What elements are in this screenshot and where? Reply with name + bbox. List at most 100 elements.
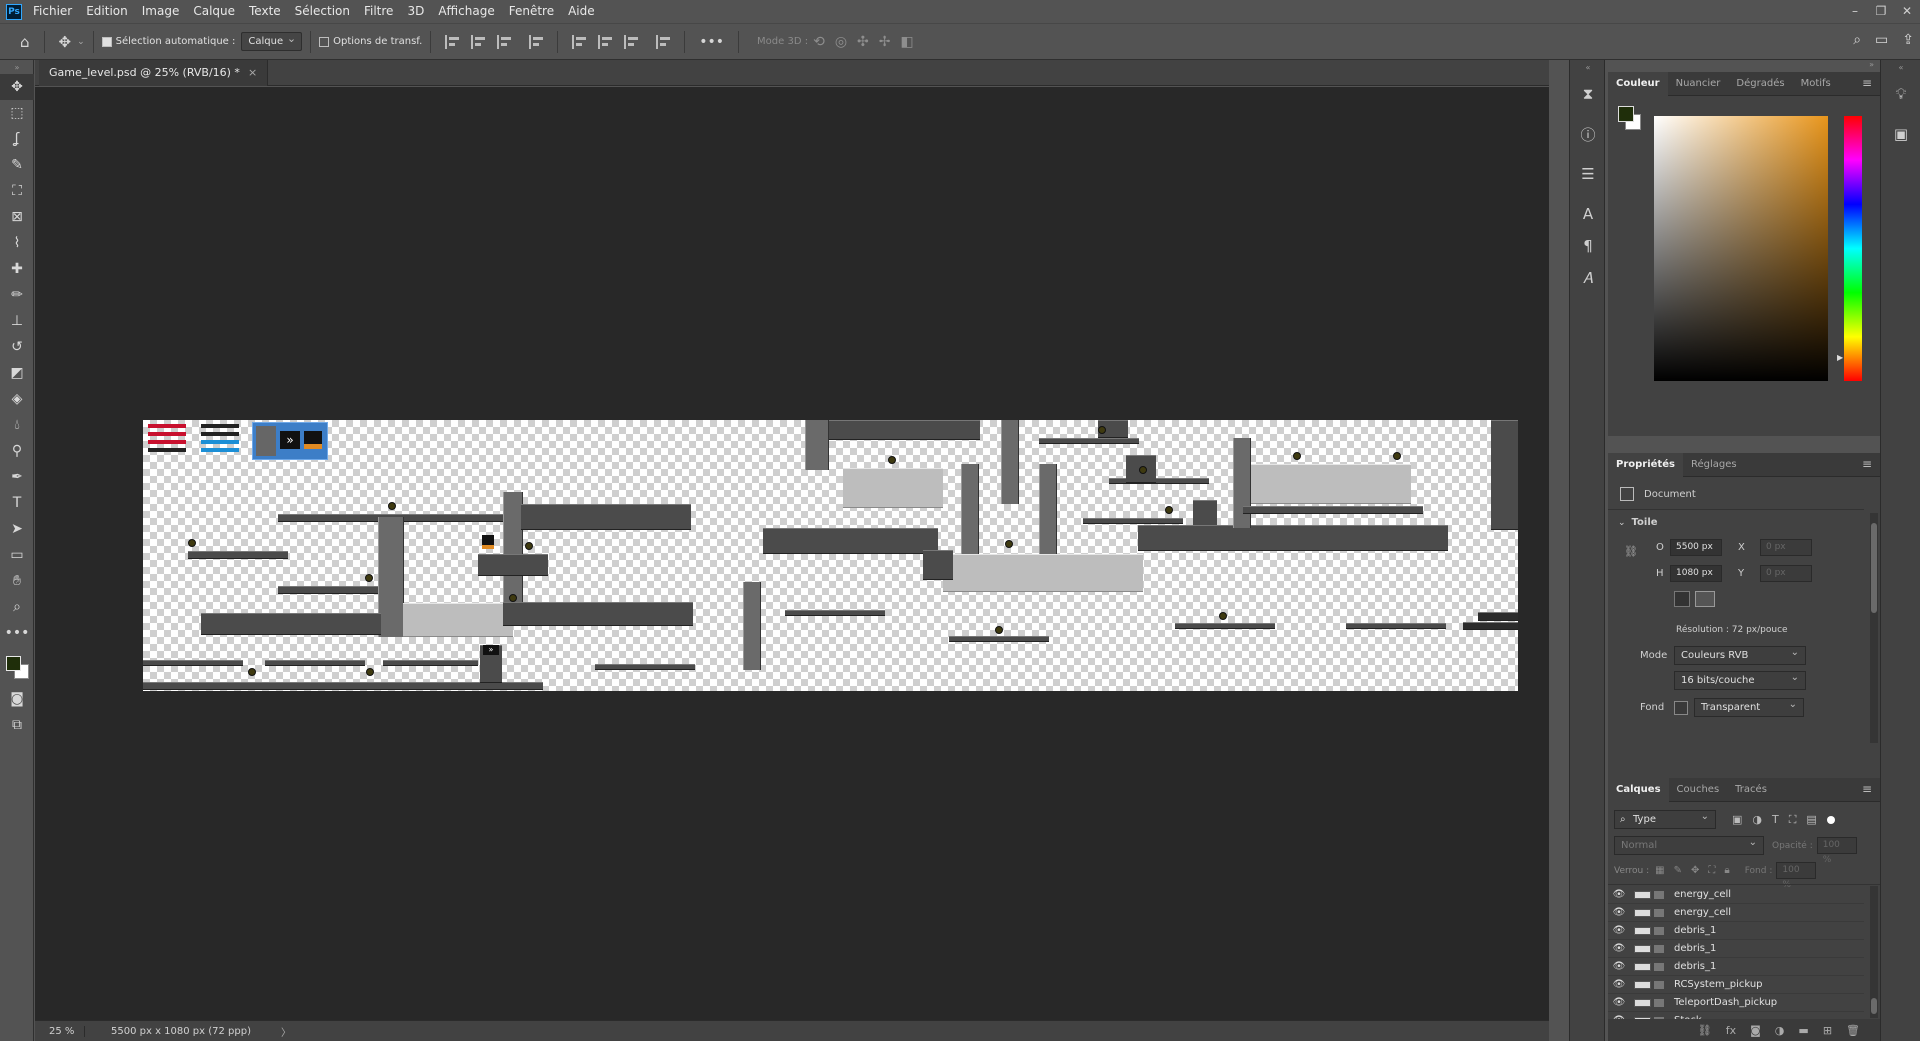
pen-tool-icon[interactable]: ✒ bbox=[0, 464, 34, 490]
adjustment-layer-icon[interactable]: ◑ bbox=[1775, 1024, 1785, 1037]
minimize-icon[interactable]: – bbox=[1842, 0, 1868, 23]
more-options-icon[interactable]: ••• bbox=[699, 34, 724, 50]
zoom-level[interactable]: 25 % bbox=[35, 1025, 85, 1037]
layer-row[interactable]: 👁︎ energy_cell bbox=[1608, 886, 1864, 904]
restore-icon[interactable]: ❐ bbox=[1868, 0, 1894, 23]
paint-bucket-icon[interactable]: ◈ bbox=[0, 386, 34, 412]
panel-menu-icon[interactable]: ≡ bbox=[1862, 457, 1872, 471]
menu-fichier[interactable]: Fichier bbox=[27, 0, 80, 23]
zoom-tool-icon[interactable]: ⌕ bbox=[0, 594, 34, 620]
distribute-v-icon[interactable] bbox=[656, 34, 671, 49]
screen-mode-icon[interactable]: ⧉ bbox=[0, 712, 34, 738]
chevron-down-icon[interactable]: ⌄ bbox=[77, 37, 85, 47]
close-icon[interactable]: ✕ bbox=[1894, 0, 1920, 23]
align-bottom-icon[interactable] bbox=[624, 34, 639, 49]
history-brush-icon[interactable]: ↺ bbox=[0, 334, 34, 360]
mode-dropdown[interactable]: Couleurs RVB bbox=[1674, 644, 1806, 665]
collapse-icon[interactable]: « bbox=[1881, 60, 1920, 74]
visibility-eye-icon[interactable]: 👁︎ bbox=[1608, 925, 1630, 936]
trash-icon[interactable]: 🗑︎ bbox=[1846, 1024, 1860, 1037]
rectangle-tool-icon[interactable]: ▭ bbox=[0, 542, 34, 568]
layer-mask-icon[interactable]: ◙ bbox=[1750, 1024, 1761, 1037]
menu-texte[interactable]: Texte bbox=[243, 0, 289, 23]
panel-menu-icon[interactable]: ≡ bbox=[1862, 76, 1872, 90]
tab-reglages[interactable]: Réglages bbox=[1683, 453, 1745, 477]
background-contents-dropdown[interactable]: Transparent bbox=[1694, 696, 1804, 717]
layer-filter-dropdown[interactable]: ⌕ Type bbox=[1614, 808, 1716, 829]
y-field[interactable]: 0 px bbox=[1760, 565, 1812, 582]
new-layer-icon[interactable]: ⊞ bbox=[1823, 1024, 1832, 1037]
auto-select-dropdown[interactable]: Calque bbox=[241, 30, 303, 51]
align-middle-v-icon[interactable] bbox=[598, 34, 613, 49]
align-left-icon[interactable] bbox=[445, 34, 460, 49]
info-panel-icon[interactable]: ⓘ bbox=[1570, 114, 1606, 154]
saturation-value-picker[interactable] bbox=[1654, 116, 1828, 381]
foreground-color-swatch[interactable] bbox=[6, 656, 21, 671]
pan-3d-icon[interactable]: ✣ bbox=[857, 34, 869, 50]
layers-scrollbar[interactable] bbox=[1870, 886, 1878, 1018]
tab-degrades[interactable]: Dégradés bbox=[1728, 72, 1792, 96]
status-menu-arrow[interactable]: 〉 bbox=[281, 1024, 291, 1039]
link-layers-icon[interactable]: ⛓ bbox=[1698, 1024, 1712, 1037]
tab-motifs[interactable]: Motifs bbox=[1793, 72, 1839, 96]
background-swatch[interactable] bbox=[1674, 700, 1688, 715]
quick-mask-icon[interactable]: ◙ bbox=[0, 686, 34, 712]
opacity-field[interactable]: 100 % bbox=[1816, 837, 1857, 865]
scrollbar-thumb[interactable] bbox=[1871, 998, 1877, 1014]
color-swatches[interactable] bbox=[0, 646, 34, 686]
menu-fenetre[interactable]: Fenêtre bbox=[503, 0, 562, 23]
tab-nuancier[interactable]: Nuancier bbox=[1668, 72, 1729, 96]
menu-edition[interactable]: Edition bbox=[80, 0, 136, 23]
eraser-tool-icon[interactable]: ◩ bbox=[0, 360, 34, 386]
visibility-eye-icon[interactable]: 👁︎ bbox=[1608, 961, 1630, 972]
game-level-canvas[interactable]: » » bbox=[143, 420, 1518, 691]
properties-panel-icon[interactable]: ☰ bbox=[1570, 154, 1606, 194]
menu-selection[interactable]: Sélection bbox=[289, 0, 358, 23]
quick-select-tool-icon[interactable]: ✎ bbox=[0, 152, 34, 178]
panel-menu-icon[interactable]: ≡ bbox=[1862, 782, 1872, 796]
lasso-tool-icon[interactable]: ʆ bbox=[0, 126, 34, 152]
distribute-h-icon[interactable] bbox=[529, 34, 544, 49]
align-right-icon[interactable] bbox=[497, 34, 512, 49]
layer-filter-icons[interactable]: ▣◑T⛶▤ bbox=[1732, 813, 1827, 827]
blend-mode-dropdown[interactable]: Normal bbox=[1614, 834, 1764, 855]
visibility-eye-icon[interactable]: 👁︎ bbox=[1608, 997, 1630, 1008]
scrollbar-thumb[interactable] bbox=[1871, 523, 1877, 613]
marquee-tool-icon[interactable]: ⬚ bbox=[0, 100, 34, 126]
layer-row[interactable]: 👁︎ debris_1 bbox=[1608, 958, 1864, 976]
visibility-eye-icon[interactable]: 👁︎ bbox=[1608, 889, 1630, 900]
blur-tool-icon[interactable]: 💧︎ bbox=[0, 412, 34, 438]
menu-3d[interactable]: 3D bbox=[401, 0, 432, 23]
home-icon[interactable]: ⌂ bbox=[20, 33, 30, 51]
search-icon[interactable]: ⌕ bbox=[1853, 32, 1861, 48]
tab-couches[interactable]: Couches bbox=[1669, 778, 1728, 802]
character-panel-icon[interactable]: A bbox=[1570, 194, 1606, 234]
share-icon[interactable]: ⇪ bbox=[1902, 32, 1914, 48]
canvas-workspace[interactable]: » » bbox=[35, 87, 1549, 1020]
portrait-orientation-icon[interactable] bbox=[1674, 591, 1690, 607]
close-tab-icon[interactable]: × bbox=[248, 66, 257, 79]
width-field[interactable]: 5500 px bbox=[1670, 539, 1722, 556]
x-field[interactable]: 0 px bbox=[1760, 539, 1812, 556]
expand-icon[interactable]: » bbox=[1869, 60, 1874, 69]
lightbulb-icon[interactable]: 💡︎ bbox=[1881, 74, 1920, 114]
align-top-icon[interactable] bbox=[572, 34, 587, 49]
layer-row[interactable]: 👁︎ TeleportDash_pickup bbox=[1608, 994, 1864, 1012]
stamp-tool-icon[interactable]: ⊥ bbox=[0, 308, 34, 334]
orbit-3d-icon[interactable]: ⟲ bbox=[813, 34, 825, 50]
new-group-icon[interactable]: ▬ bbox=[1798, 1024, 1808, 1037]
align-center-h-icon[interactable] bbox=[471, 34, 486, 49]
slide-3d-icon[interactable]: ✢ bbox=[879, 34, 891, 50]
move-tool-icon[interactable]: ✥ bbox=[59, 33, 72, 51]
layer-row[interactable]: 👁︎ RCSystem_pickup bbox=[1608, 976, 1864, 994]
collapse-icon[interactable]: » bbox=[0, 60, 34, 74]
history-panel-icon[interactable]: ⧗ bbox=[1570, 74, 1606, 114]
menu-affichage[interactable]: Affichage bbox=[432, 0, 502, 23]
menu-filtre[interactable]: Filtre bbox=[358, 0, 401, 23]
dodge-tool-icon[interactable]: ⚲ bbox=[0, 438, 34, 464]
tab-proprietes[interactable]: Propriétés bbox=[1608, 452, 1683, 477]
hue-slider-marker[interactable]: ▶ bbox=[1837, 353, 1843, 362]
layer-row[interactable]: 👁︎ debris_1 bbox=[1608, 940, 1864, 958]
crop-tool-icon[interactable]: ⛶ bbox=[0, 178, 34, 204]
hand-tool-icon[interactable]: ✋︎ bbox=[0, 568, 34, 594]
